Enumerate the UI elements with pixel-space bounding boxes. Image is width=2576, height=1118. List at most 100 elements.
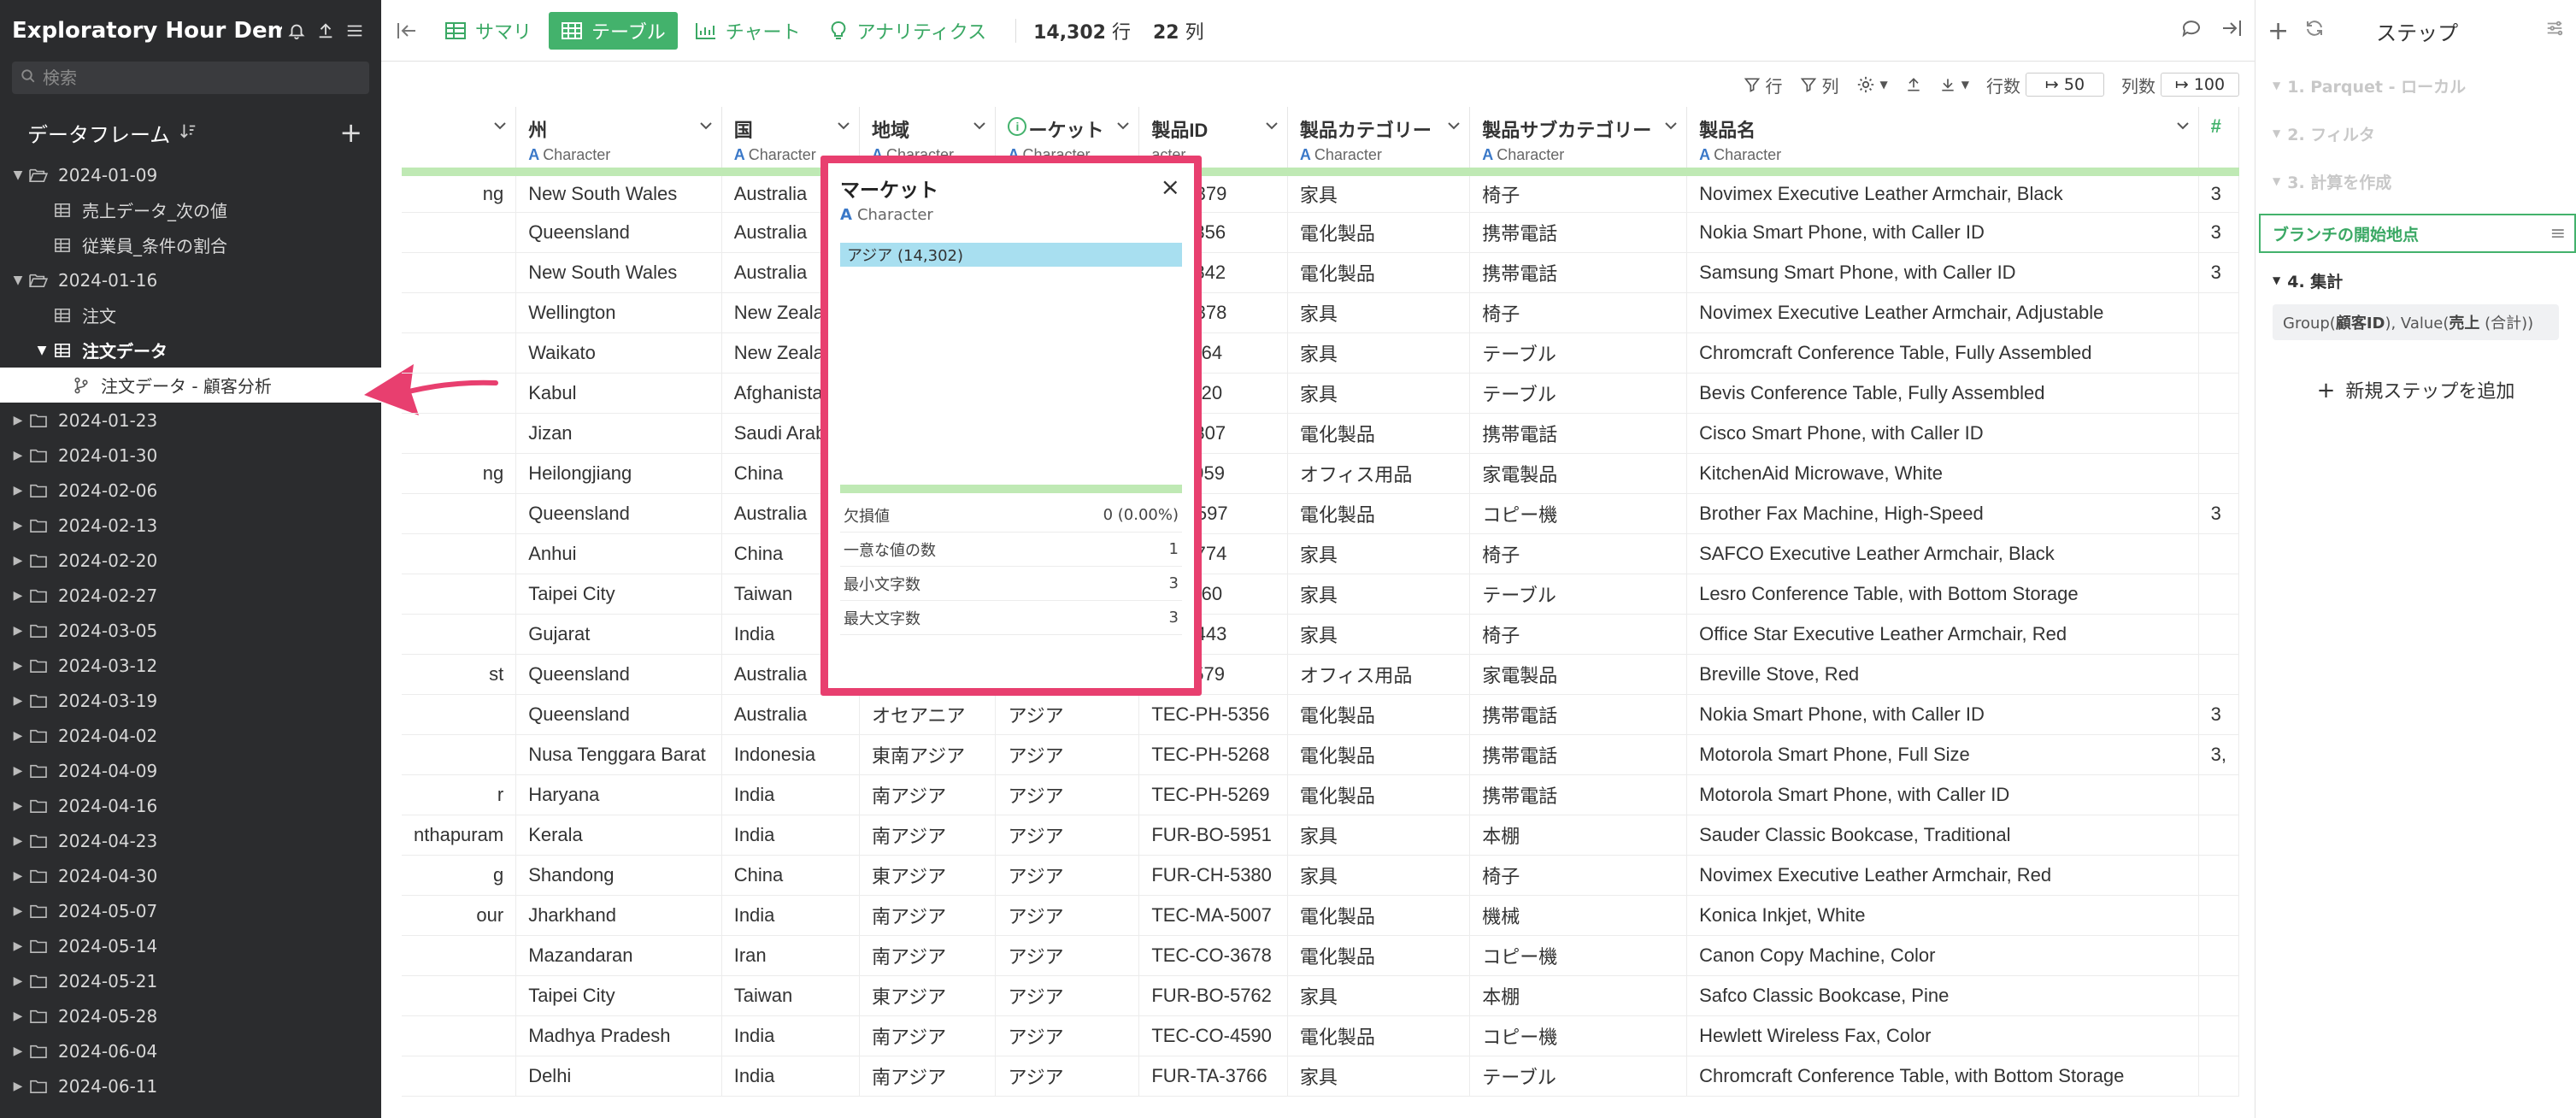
tree-item[interactable]: ▶ 2024-05-07 [0,893,381,928]
table-cell[interactable]: our [402,895,517,936]
table-cell[interactable]: India [721,1056,860,1097]
table-cell[interactable] [402,292,517,333]
table-cell[interactable]: 椅子 [1469,172,1688,213]
step-aggregate[interactable]: ▼ 4. 集計 [2255,256,2576,304]
table-cell[interactable]: オセアニア [859,694,997,735]
table-cell[interactable]: アジア [995,774,1140,815]
table-cell[interactable]: Heilongjiang [515,453,722,494]
table-cell[interactable] [402,533,517,574]
table-cell[interactable]: 家具 [1287,292,1471,333]
tree-item[interactable]: ▶ 2024-03-05 [0,613,381,648]
table-cell[interactable] [2198,774,2239,815]
caret-right-icon[interactable]: ▶ [10,414,26,427]
table-cell[interactable]: コピー機 [1469,935,1688,976]
column-header[interactable]: # [2198,107,2239,176]
table-cell[interactable]: India [721,895,860,936]
chevron-down-icon[interactable] [493,119,507,134]
tree-item[interactable]: ▶ 2024-01-30 [0,438,381,473]
table-cell[interactable]: オフィス用品 [1287,453,1471,494]
tree-item[interactable]: ▶ 2024-03-12 [0,648,381,683]
table-cell[interactable]: Novimex Executive Leather Armchair, Adju… [1686,292,2199,333]
column-header[interactable]: 州 A Character [515,107,722,176]
comment-icon[interactable] [2181,19,2202,43]
tree-item[interactable]: ▶ 2024-04-16 [0,788,381,823]
table-cell[interactable]: TEC-MA-5007 [1138,895,1288,936]
row-filter-button[interactable]: 行 [1744,73,1783,97]
table-cell[interactable]: 家具 [1287,855,1471,896]
table-cell[interactable]: 家具 [1287,1056,1471,1097]
table-cell[interactable]: 3, [2198,734,2239,775]
table-cell[interactable] [2198,1015,2239,1056]
chevron-down-icon[interactable] [699,119,713,134]
table-cell[interactable] [402,614,517,655]
table-cell[interactable]: Nokia Smart Phone, with Caller ID [1686,212,2199,253]
table-cell[interactable] [2198,815,2239,856]
table-cell[interactable]: テーブル [1469,332,1688,374]
table-cell[interactable]: 3 [2198,212,2239,253]
table-cell[interactable]: New South Wales [515,172,722,213]
table-cell[interactable]: 3 [2198,694,2239,735]
column-filter-button[interactable]: 列 [1800,73,1839,97]
table-cell[interactable]: Queensland [515,212,722,253]
table-cell[interactable]: 電化製品 [1287,734,1471,775]
table-cell[interactable] [402,935,517,976]
table-cell[interactable]: Waikato [515,332,722,374]
column-header[interactable]: 製品サブカテゴリー A Character [1469,107,1688,176]
tree-item[interactable]: 従業員_条件の割合 [0,227,381,262]
caret-right-icon[interactable]: ▶ [10,939,26,953]
tree-item[interactable]: ▶ 2024-05-14 [0,928,381,963]
table-cell[interactable]: 家具 [1287,332,1471,374]
table-cell[interactable]: オフィス用品 [1287,654,1471,695]
table-cell[interactable]: Novimex Executive Leather Armchair, Red [1686,855,2199,896]
menu-icon[interactable]: ≡ [2550,223,2566,244]
table-cell[interactable]: New South Wales [515,252,722,293]
table-cell[interactable]: アジア [995,1056,1140,1097]
table-cell[interactable] [2198,935,2239,976]
tree-item[interactable]: ▶ 2024-01-23 [0,403,381,438]
table-cell[interactable]: g [402,855,517,896]
column-header[interactable] [402,107,517,176]
settings-dropdown[interactable]: ▼ [1856,75,1888,94]
table-cell[interactable]: 南アジア [859,815,997,856]
table-cell[interactable]: Sauder Classic Bookcase, Traditional [1686,815,2199,856]
table-cell[interactable]: Chromcraft Conference Table, Fully Assem… [1686,332,2199,374]
table-cell[interactable]: テーブル [1469,1056,1688,1097]
chevron-down-icon[interactable] [1664,119,1678,134]
table-cell[interactable]: Kerala [515,815,722,856]
sort-icon[interactable] [179,121,197,144]
table-cell[interactable] [2198,332,2239,374]
chevron-down-icon[interactable] [1265,119,1279,134]
table-cell[interactable]: 3 [2198,172,2239,213]
tab-analytics[interactable]: アナリティクス [817,12,998,50]
table-cell[interactable]: Safco Classic Bookcase, Pine [1686,975,2199,1016]
table-cell[interactable]: 家具 [1287,815,1471,856]
table-cell[interactable]: India [721,1015,860,1056]
table-cell[interactable] [2198,453,2239,494]
table-cell[interactable]: 家具 [1287,172,1471,213]
table-cell[interactable]: 電化製品 [1287,694,1471,735]
tree-item[interactable]: ▼ 注文データ [0,332,381,368]
tree-item[interactable]: ▶ 2024-04-09 [0,753,381,788]
table-cell[interactable] [402,373,517,414]
table-cell[interactable]: Cisco Smart Phone, with Caller ID [1686,413,2199,454]
table-cell[interactable]: 東アジア [859,975,997,1016]
table-cell[interactable]: Anhui [515,533,722,574]
table-cell[interactable]: 椅子 [1469,292,1688,333]
download-dropdown[interactable]: ▼ [1939,76,1969,93]
table-cell[interactable]: TEC-CO-4590 [1138,1015,1288,1056]
cols-limit-input[interactable]: ↦ 100 [2161,73,2239,97]
table-cell[interactable]: 家具 [1287,574,1471,615]
table-cell[interactable]: Iran [721,935,860,976]
table-cell[interactable]: ng [402,453,517,494]
table-cell[interactable]: Taipei City [515,574,722,615]
export-icon[interactable] [1905,76,1922,93]
tree-item[interactable]: ▶ 2024-02-13 [0,508,381,543]
table-cell[interactable] [402,252,517,293]
table-cell[interactable]: 椅子 [1469,614,1688,655]
table-cell[interactable]: 南アジア [859,1015,997,1056]
table-cell[interactable]: Canon Copy Machine, Color [1686,935,2199,976]
table-cell[interactable]: 携帯電話 [1469,252,1688,293]
table-cell[interactable]: アジア [995,895,1140,936]
table-cell[interactable] [2198,654,2239,695]
caret-right-icon[interactable]: ▶ [10,904,26,918]
